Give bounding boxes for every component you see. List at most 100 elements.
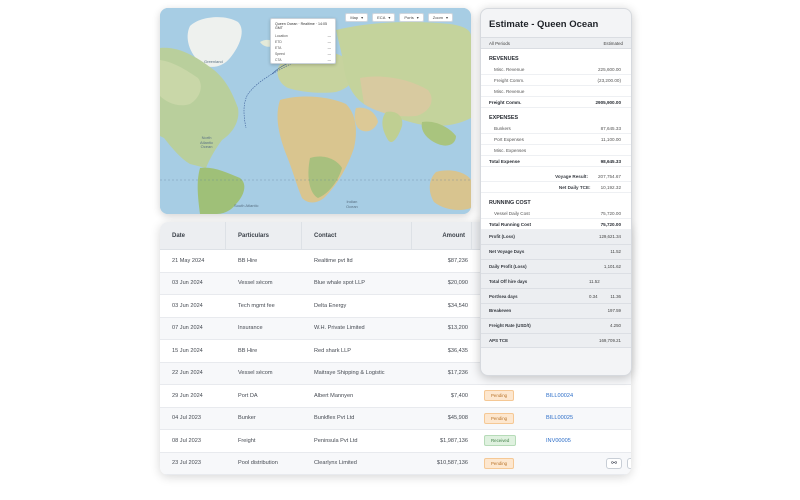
cell-amount: $17,236 <box>447 370 468 377</box>
table-row[interactable]: 04 Jul 2023 Bunker Bunkflex Pvt Ltd $45,908… <box>160 407 631 430</box>
cell-invoice: INV00005 <box>534 438 594 444</box>
revenues-heading: REVENUES <box>489 56 519 62</box>
summary-line: Total Off hire days 11.52 <box>481 274 631 290</box>
running-cost-line: Vessel Daily Cost 75,720.00 <box>481 208 631 219</box>
invoice-link[interactable]: BILL00024 <box>546 393 573 399</box>
vessel-info-popup: Queen Ocean · Realtime · 14:05 GMT Locat… <box>270 18 336 64</box>
map-label-south-atlantic: South Atlantic <box>234 203 259 208</box>
invoice-link[interactable]: BILL00025 <box>546 415 573 421</box>
status-badge: Pending <box>484 457 515 469</box>
status-badge: Pending <box>484 390 515 402</box>
cell-contact: Peninsula Pvt Ltd <box>314 437 358 444</box>
expense-line: Misc. Expenses <box>481 145 631 156</box>
cell-status: Received <box>472 435 534 447</box>
cell-contact: W.H. Private Limited <box>314 325 365 332</box>
map-label-north-atlantic: North Atlantic Ocean <box>200 135 214 149</box>
revenue-line: Freight Comm. (23,200.00) <box>481 75 631 86</box>
cell-date: 07 Jun 2024 <box>172 325 203 332</box>
cell-amount: $87,236 <box>447 257 468 264</box>
map-toolbar: Map ▾ ECA ▾ Ports ▾ Zoom ▾ <box>345 13 453 22</box>
ports-layer-toggle[interactable]: Ports ▾ <box>399 13 424 22</box>
table-row[interactable]: 08 Jul 2023 Freight Peninsula Pvt Ltd $1,98… <box>160 430 631 453</box>
cell-particulars: Insurance <box>238 325 263 332</box>
plus-button[interactable]: + <box>627 458 631 469</box>
expense-line: Bunkers 87,645.33 <box>481 123 631 134</box>
column-header-amount[interactable]: Amount <box>412 222 472 249</box>
cell-particulars: BB Hire <box>238 347 258 354</box>
eca-layer-toggle[interactable]: ECA ▾ <box>372 13 396 22</box>
summary-line: Profit (Loss) 129,621.34 <box>481 230 631 245</box>
cell-particulars: Vessel sécom <box>238 370 273 377</box>
cell-contact: Red shark LLP <box>314 347 352 354</box>
chevron-down-icon: ▾ <box>445 15 448 20</box>
chevron-down-icon: ▾ <box>361 15 364 20</box>
revenues-total-row: Freight Comm. 2905,900.00 <box>481 97 631 108</box>
cell-date: 23 Jul 2023 <box>172 460 201 467</box>
cell-particulars: Pool distribution <box>238 460 278 467</box>
popup-row: CTA — <box>275 58 331 62</box>
expense-line: Port Expenses 11,100.00 <box>481 134 631 145</box>
popup-title: Queen Ocean · Realtime · 14:05 GMT <box>275 22 327 30</box>
cell-amount: $10,587,136 <box>436 460 468 467</box>
cell-invoice: BILL00024 <box>534 393 594 399</box>
cell-date: 21 May 2024 <box>172 257 205 264</box>
cell-date: 03 Jun 2024 <box>172 280 203 287</box>
revenue-line: Misc. Revenue 225,600.00 <box>481 64 631 75</box>
cell-contact: Blue whale spot LLP <box>314 280 365 287</box>
summary-line: Port/sea days 0.34 11.36 <box>481 289 631 304</box>
estimate-body: REVENUES Misc. Revenue 225,600.00 Freight … <box>481 49 631 230</box>
cell-invoice: BILL00025 <box>534 415 594 421</box>
cell-contact: Maitraye Shipping & Logistic <box>314 370 385 377</box>
link-icon: ⚯ <box>611 460 617 467</box>
cell-particulars: Vessel sécom <box>238 280 273 287</box>
link-button[interactable]: ⚯ <box>606 457 622 469</box>
table-row[interactable]: 23 Jul 2023 Pool distribution Clearlynx Li… <box>160 452 631 475</box>
cell-contact: Delta Energy <box>314 302 347 309</box>
estimate-panel: Estimate - Queen Ocean All Periods Estim… <box>480 8 632 376</box>
status-badge: Received <box>484 435 517 447</box>
cell-date: 29 Jun 2024 <box>172 392 203 399</box>
running-total-row: Total Running Cost 75,720.00 <box>481 219 631 230</box>
summary-line: Freight Rate (USD/t) 4.250 <box>481 319 631 334</box>
cell-date: 08 Jul 2023 <box>172 437 201 444</box>
estimate-mode: Estimated <box>603 40 623 46</box>
table-row[interactable]: 29 Jun 2024 Port DA Albert Mannyen $7,400 Pe… <box>160 385 631 408</box>
voyage-map[interactable]: Map ▾ ECA ▾ Ports ▾ Zoom ▾ Queen Ocean · Rea… <box>160 8 471 214</box>
voyage-result-line: Voyage Result: 207,754.67 <box>481 171 631 182</box>
column-header-contact[interactable]: Contact <box>302 222 412 249</box>
cell-amount: $36,435 <box>447 347 468 354</box>
chevron-down-icon: ▾ <box>388 15 391 20</box>
invoice-link[interactable]: INV00005 <box>546 438 571 444</box>
map-layer-toggle[interactable]: Map ▾ <box>345 13 369 22</box>
cell-particulars: Freight <box>238 437 256 444</box>
summary-line: APS TCE 169,709.21 <box>481 334 631 349</box>
running-cost-heading: RUNNING COST <box>489 200 531 206</box>
cell-date: 04 Jul 2023 <box>172 415 201 422</box>
cell-status: Pending <box>472 457 534 469</box>
map-label-greenland: Greenland <box>204 59 223 64</box>
cell-date: 22 Jun 2024 <box>172 370 203 377</box>
cell-date: 03 Jun 2024 <box>172 302 203 309</box>
cell-particulars: Bunker <box>238 415 256 422</box>
period-selector[interactable]: All Periods <box>489 41 510 46</box>
cell-amount: $13,200 <box>447 325 468 332</box>
zoom-control[interactable]: Zoom ▾ <box>427 13 453 22</box>
column-header-particulars[interactable]: Particulars <box>226 222 302 249</box>
cell-amount: $34,540 <box>447 302 468 309</box>
cell-amount: $20,090 <box>447 280 468 287</box>
cell-date: 15 Jun 2024 <box>172 347 203 354</box>
status-badge: Pending <box>484 412 515 424</box>
cell-actions: ⚯+ <box>594 457 631 469</box>
column-header-date[interactable]: Date <box>160 222 226 249</box>
summary-line: Net Voyage Days 11.52 <box>481 245 631 260</box>
cell-amount: $1,987,136 <box>440 437 468 444</box>
cell-amount: $7,400 <box>450 392 468 399</box>
estimate-period-row: All Periods Estimated <box>481 37 631 49</box>
chevron-down-icon: ▾ <box>416 15 419 20</box>
estimate-title: Estimate - Queen Ocean <box>489 19 599 30</box>
expenses-heading: EXPENSES <box>489 115 519 121</box>
cell-status: Pending <box>472 412 534 424</box>
cell-amount: $45,908 <box>447 415 468 422</box>
cell-contact: Bunkflex Pvt Ltd <box>314 415 355 422</box>
map-label-indian-ocean: Indian Ocean <box>346 199 358 209</box>
